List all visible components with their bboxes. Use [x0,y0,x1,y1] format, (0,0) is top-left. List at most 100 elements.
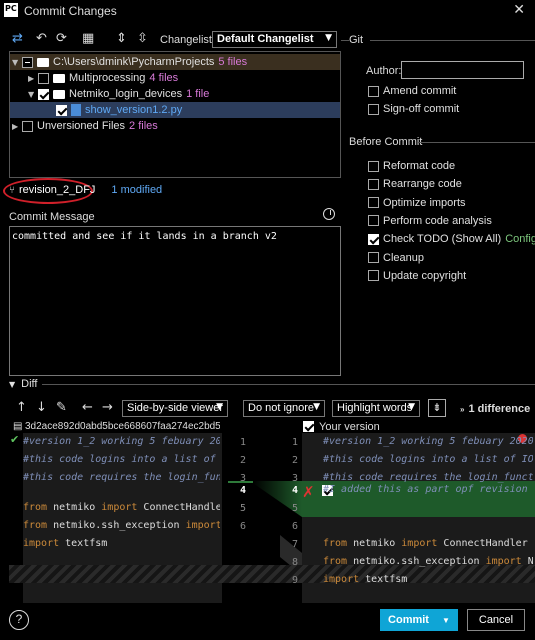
code-line[interactable]: #version 1_2 working 5 febuary 2020 [323,433,533,451]
folder-checkbox[interactable] [38,72,49,84]
folder-name: Netmiko_login_devices [69,88,183,100]
arrow-right-icon[interactable]: → [102,401,113,415]
close-icon[interactable]: ✕ [513,2,525,18]
divider [370,40,535,41]
chevron-down-icon[interactable]: ▼ [9,380,15,389]
option-label: Reformat code [383,160,456,172]
chevron-down-icon: ▼ [313,402,320,412]
chevron-right-icon[interactable]: ▶ [12,122,22,131]
before-commit-option[interactable]: Reformat code [368,160,455,172]
option-label: Optimize imports [383,196,466,209]
branch-name[interactable]: revision_2_DFJ [19,184,95,196]
unversioned-checkbox[interactable] [22,120,33,132]
folder-icon [53,89,65,99]
checkbox[interactable] [368,85,379,97]
code-line[interactable]: #I added this as part opf revision 2 [323,481,533,499]
checkbox[interactable] [368,197,379,209]
code-line[interactable]: import textfsm [23,535,220,553]
include-changes-checkbox[interactable] [303,421,314,432]
right-line-number: 2 [291,455,298,466]
expand-all-icon[interactable]: ⇕ [116,32,127,46]
tree-file-row[interactable]: show_version1.2.py [10,102,340,118]
code-line[interactable]: from netmiko.ssh_exception import Net [323,553,533,571]
code-line[interactable]: #this code logins into a list of IOS [23,451,220,469]
signoff-commit-label: Sign-off commit [383,103,460,115]
chevron-right-icon[interactable]: ▶ [28,74,38,83]
checkbox[interactable] [368,215,379,227]
checkbox[interactable] [368,160,379,172]
chevron-down-icon[interactable]: ▼ [442,616,450,625]
checkbox[interactable] [368,270,379,282]
help-button[interactable]: ? [9,610,29,630]
code-line[interactable] [323,517,533,535]
changelist-label: Changelist: [160,34,216,46]
root-checkbox[interactable] [22,56,33,68]
code-line[interactable]: #this code logins into a list of IOS [323,451,533,469]
divider [418,142,535,143]
file-checkbox[interactable] [56,104,67,116]
compare-icon[interactable]: ⇄ [12,32,23,46]
collapse-unchanged-icon[interactable]: ⇟ [428,399,446,417]
arrow-left-icon[interactable]: ← [82,401,93,415]
code-line[interactable]: from netmiko import ConnectHandler [323,535,533,553]
before-commit-option[interactable]: Update copyright [368,270,466,282]
commit-button[interactable]: Commit ▼ [380,609,458,631]
option-label: Perform code analysis [383,214,492,227]
option-label: Rearrange code [383,178,462,191]
before-commit-option[interactable]: Cleanup [368,252,424,264]
group-by-icon[interactable]: ▦ [82,32,94,46]
ignore-select[interactable]: Do not ignore ▼ [243,400,325,417]
folder-count: 1 file [186,88,210,100]
arrow-down-icon[interactable]: ↓ [36,401,47,415]
checkbox[interactable] [368,252,379,263]
code-line[interactable] [323,499,533,517]
before-commit-title: Before Commit [349,136,423,148]
history-icon[interactable] [323,208,335,220]
refresh-icon[interactable]: ⟳ [56,32,67,46]
highlight-select[interactable]: Highlight words ▼ [332,400,420,417]
tree-folder-row[interactable]: ▶ Multiprocessing 4 files [10,70,340,86]
before-commit-option[interactable]: Perform code analysis [368,215,492,227]
commit-message-input[interactable]: committed and see if it lands in a branc… [9,226,341,376]
folder-name: Multiprocessing [69,72,146,84]
edit-icon[interactable]: ✎ [56,401,67,415]
arrow-up-icon[interactable]: ↑ [16,401,27,415]
code-line[interactable]: import textfsm [323,571,533,589]
before-commit-option[interactable]: Rearrange code [368,178,462,190]
amend-commit-checkbox[interactable]: Amend commit [368,85,456,97]
right-line-number: 8 [291,557,298,568]
author-label: Author: [366,65,402,77]
code-line[interactable]: from netmiko.ssh_exception import Ne [23,517,220,535]
tree-unversioned-row[interactable]: ▶ Unversioned Files 2 files [10,118,340,134]
tree-folder-row[interactable]: ▼ Netmiko_login_devices 1 file [10,86,340,102]
chevron-down-icon[interactable]: ▼ [28,90,38,99]
signoff-commit-checkbox[interactable]: Sign-off commit [368,103,459,115]
checkbox[interactable] [368,178,379,190]
collapse-all-icon[interactable]: ⇳ [137,32,148,46]
python-file-icon [71,104,81,116]
cancel-button[interactable]: Cancel [467,609,525,631]
left-line-number: 2 [239,455,246,466]
undo-icon[interactable]: ↶ [36,32,47,46]
right-line-number: 9 [291,575,298,586]
tree-root-row[interactable]: ▼ C:\Users\dmink\PycharmProjects 5 files [10,54,340,70]
left-revision-hash: 3d2ace892d0abd5bce668607faa274ec2bd5b04d [25,421,220,432]
changelist-select[interactable]: Default Changelist ▼ [212,31,337,48]
chevron-down-icon[interactable]: ▼ [12,58,22,67]
before-commit-option[interactable]: Check TODO (Show All)Configure [368,233,535,245]
author-input[interactable] [401,61,524,79]
checkbox[interactable] [368,233,379,245]
before-commit-option[interactable]: Optimize imports [368,197,466,209]
code-line[interactable]: from netmiko import ConnectHandler [23,499,220,517]
viewer-select[interactable]: Side-by-side viewer ▼ [122,400,228,417]
modified-count[interactable]: 1 modified [111,184,162,196]
git-section-title: Git [349,34,364,46]
diff-header[interactable]: ▼ Diff [9,378,37,390]
folder-checkbox[interactable] [38,88,49,100]
chevron-down-icon: ▼ [325,33,332,43]
code-line[interactable]: #this code requires the login_functi [23,469,220,487]
code-line[interactable]: #version 1_2 working 5 febuary 2020 [23,433,220,451]
checkbox[interactable] [368,103,379,115]
configure-link[interactable]: Configure [505,233,535,245]
branch-status: ⑂ revision_2_DFJ 1 modified [9,184,162,196]
